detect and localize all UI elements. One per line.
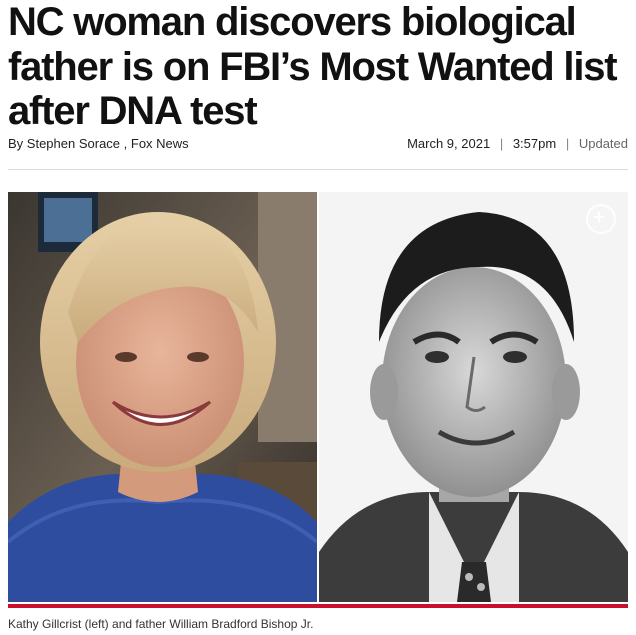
article-headline: NC woman discovers biological father is … [8, 0, 618, 133]
woman-portrait-image [8, 192, 317, 602]
source-link[interactable]: Fox News [131, 136, 189, 151]
photo-caption: Kathy Gillcrist (left) and father Willia… [8, 617, 314, 631]
caption-accent-bar [8, 604, 628, 608]
time-separator: | [565, 136, 570, 151]
byline: By Stephen Sorace , Fox News [8, 136, 189, 151]
header-divider [8, 169, 628, 170]
publish-time: 3:57pm [512, 136, 557, 151]
photo-kathy-gillcrist [8, 192, 317, 602]
byline-prefix: By [8, 136, 24, 151]
article-meta: By Stephen Sorace , Fox News March 9, 20… [8, 136, 628, 151]
publish-date: March 9, 2021 [407, 136, 491, 151]
expand-photo-button[interactable] [586, 204, 616, 234]
date-separator: | [499, 136, 504, 151]
updated-label: Updated [578, 136, 628, 151]
plus-circle-icon [594, 212, 604, 222]
dateline: March 9, 2021 | 3:57pm | Updated [407, 136, 628, 151]
featured-photo[interactable] [8, 192, 628, 602]
photo-william-bradford-bishop [319, 192, 628, 602]
author-link[interactable]: Stephen Sorace [27, 136, 120, 151]
man-portrait-image [319, 192, 628, 602]
